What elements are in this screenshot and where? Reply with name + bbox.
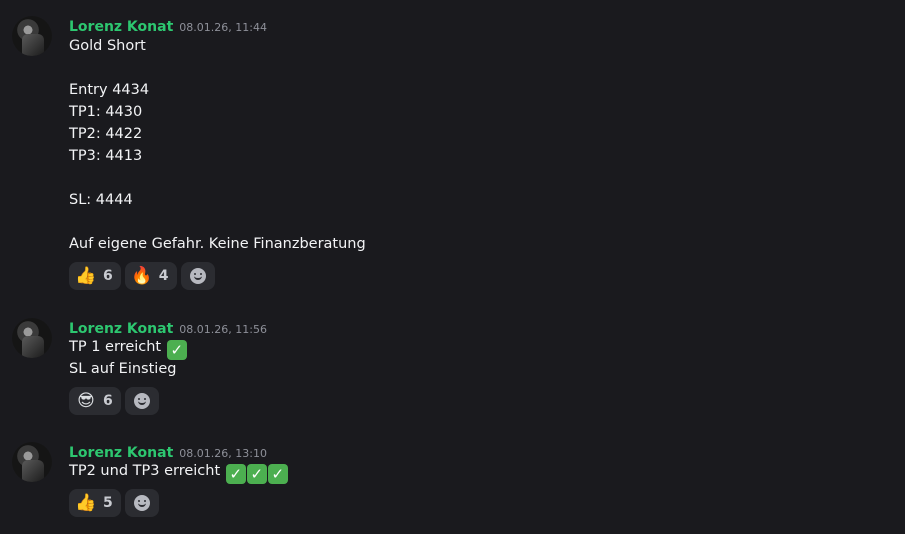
smiley-icon xyxy=(133,495,150,511)
smiley-icon xyxy=(189,268,206,284)
reaction-fire[interactable]: 🔥 4 xyxy=(124,262,177,290)
add-reaction-button[interactable] xyxy=(124,489,159,517)
message-text: TP2 und TP3 erreicht xyxy=(69,463,221,479)
timestamp[interactable]: 08.01.26, 11:56 xyxy=(179,323,267,336)
reaction-count: 5 xyxy=(103,495,113,511)
message-line: Auf eigene Gefahr. Keine Finanzberatung xyxy=(69,236,366,252)
author-name[interactable]: Lorenz Konat xyxy=(69,321,173,337)
author-name[interactable]: Lorenz Konat xyxy=(69,19,173,35)
check-mark-icon: ✓ xyxy=(166,340,187,360)
message-text: TP 1 erreicht xyxy=(69,339,162,355)
avatar[interactable] xyxy=(12,16,52,56)
reaction-count: 4 xyxy=(158,268,169,284)
reactions-bar: 👍 6 🔥 4 xyxy=(69,262,215,292)
reaction-count: 6 xyxy=(103,393,113,409)
smiley-icon xyxy=(133,393,150,409)
timestamp[interactable]: 08.01.26, 13:10 xyxy=(179,447,267,460)
thumbs-up-icon: 👍 xyxy=(75,266,97,286)
add-reaction-button[interactable] xyxy=(124,387,159,415)
sunglasses-face-icon: 😎 xyxy=(77,391,95,411)
message-line: TP2: 4422 xyxy=(69,126,143,142)
message-line: Gold Short xyxy=(69,38,146,54)
reaction-thumbs-up[interactable]: 👍 6 xyxy=(69,262,121,290)
message-line: TP1: 4430 xyxy=(69,104,143,120)
timestamp[interactable]: 08.01.26, 11:44 xyxy=(179,21,267,34)
check-mark-icon: ✓ xyxy=(267,464,288,484)
message-line: SL: 4444 xyxy=(69,192,133,208)
fire-icon: 🔥 xyxy=(131,266,153,286)
message-header: Lorenz Konat 08.01.26, 11:44 xyxy=(69,16,267,35)
avatar[interactable] xyxy=(12,318,52,358)
message-line: SL auf Einstieg xyxy=(69,361,177,377)
thumbs-up-icon: 👍 xyxy=(75,493,97,513)
message-line: TP3: 4413 xyxy=(69,148,143,164)
author-name[interactable]: Lorenz Konat xyxy=(69,445,173,461)
reaction-sunglasses[interactable]: 😎 6 xyxy=(69,387,121,415)
message-header: Lorenz Konat 08.01.26, 13:10 xyxy=(69,442,267,461)
message-line: TP 1 erreicht ✓ xyxy=(69,339,187,360)
message-line: Entry 4434 xyxy=(69,82,150,98)
reactions-bar: 😎 6 xyxy=(69,387,159,417)
check-mark-icon: ✓ xyxy=(246,464,267,484)
add-reaction-button[interactable] xyxy=(180,262,215,290)
message-header: Lorenz Konat 08.01.26, 11:56 xyxy=(69,318,267,337)
reaction-count: 6 xyxy=(103,268,113,284)
reactions-bar: 👍 5 xyxy=(69,489,159,519)
avatar[interactable] xyxy=(12,442,52,482)
check-mark-icon: ✓ xyxy=(225,464,246,484)
reaction-thumbs-up[interactable]: 👍 5 xyxy=(69,489,121,517)
message-line: TP2 und TP3 erreicht ✓ ✓ ✓ xyxy=(69,463,288,484)
